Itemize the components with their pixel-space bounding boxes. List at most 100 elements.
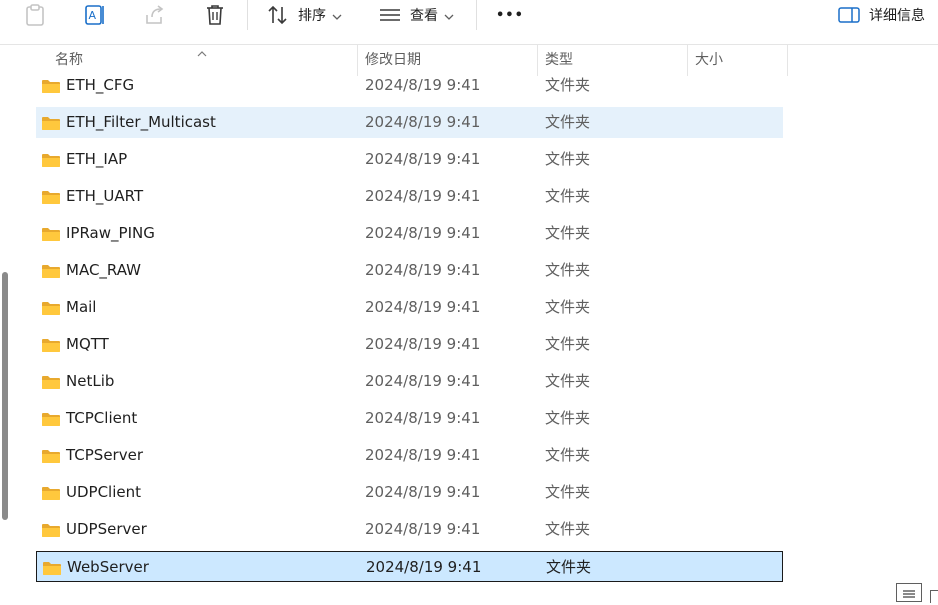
chevron-down-icon (332, 6, 342, 25)
list-item[interactable]: WebServer 2024/8/19 9:41 文件夹 (36, 551, 783, 582)
file-type: 文件夹 (545, 187, 591, 205)
file-type: 文件夹 (545, 483, 591, 501)
modified-date: 2024/8/19 9:41 (365, 372, 481, 390)
file-type: 文件夹 (545, 76, 591, 94)
modified-date: 2024/8/19 9:41 (365, 335, 481, 353)
list-item[interactable]: ETH_CFG 2024/8/19 9:41 文件夹 (36, 70, 783, 101)
paste-button[interactable] (24, 0, 46, 30)
folder-icon (41, 116, 61, 135)
share-button[interactable] (144, 0, 166, 30)
modified-date: 2024/8/19 9:41 (365, 261, 481, 279)
file-type: 文件夹 (545, 150, 591, 168)
file-name: TCPServer (66, 446, 143, 464)
folder-icon (41, 301, 61, 320)
folder-icon (41, 264, 61, 283)
details-view-toggle[interactable] (896, 583, 922, 602)
folder-icon (41, 523, 61, 542)
file-type: 文件夹 (546, 558, 592, 576)
list-item[interactable]: MQTT 2024/8/19 9:41 文件夹 (36, 329, 783, 360)
details-pane-icon (838, 6, 860, 24)
folder-icon (41, 486, 61, 505)
file-name: MQTT (66, 335, 109, 353)
list-item[interactable]: MAC_RAW 2024/8/19 9:41 文件夹 (36, 255, 783, 286)
file-name: UDPServer (66, 520, 147, 538)
list-item[interactable]: TCPServer 2024/8/19 9:41 文件夹 (36, 440, 783, 471)
modified-date: 2024/8/19 9:41 (366, 558, 482, 576)
folder-icon (42, 561, 62, 580)
file-name: Mail (66, 298, 97, 316)
list-item[interactable]: UDPClient 2024/8/19 9:41 文件夹 (36, 477, 783, 508)
file-name: ETH_IAP (66, 150, 128, 168)
list-item[interactable]: TCPClient 2024/8/19 9:41 文件夹 (36, 403, 783, 434)
toolbar-separator (476, 0, 477, 30)
folder-icon (41, 227, 61, 246)
file-name: WebServer (67, 558, 149, 576)
list-view-icon (897, 586, 921, 605)
folder-icon (41, 375, 61, 394)
clipboard-icon (24, 3, 46, 27)
folder-icon (41, 449, 61, 468)
chevron-down-icon (444, 6, 454, 25)
modified-date: 2024/8/19 9:41 (365, 520, 481, 538)
list-item[interactable]: ETH_IAP 2024/8/19 9:41 文件夹 (36, 144, 783, 175)
more-dots-icon: ••• (496, 7, 524, 23)
svg-text:A: A (89, 9, 97, 22)
file-name: TCPClient (66, 409, 138, 427)
file-type: 文件夹 (545, 372, 591, 390)
folder-icon (41, 190, 61, 209)
rename-icon: A (84, 3, 106, 27)
list-item[interactable]: UDPServer 2024/8/19 9:41 文件夹 (36, 514, 783, 545)
file-name: IPRaw_PING (66, 224, 155, 242)
list-item[interactable]: IPRaw_PING 2024/8/19 9:41 文件夹 (36, 218, 783, 249)
modified-date: 2024/8/19 9:41 (365, 76, 481, 94)
modified-date: 2024/8/19 9:41 (365, 150, 481, 168)
sort-arrows-icon (267, 3, 289, 27)
file-type: 文件夹 (545, 261, 591, 279)
trash-icon (204, 3, 226, 27)
list-item[interactable]: NetLib 2024/8/19 9:41 文件夹 (36, 366, 783, 397)
toolbar-separator (247, 0, 248, 30)
folder-icon (41, 153, 61, 172)
modified-date: 2024/8/19 9:41 (365, 409, 481, 427)
delete-button[interactable] (204, 0, 226, 30)
file-type: 文件夹 (545, 335, 591, 353)
list-item[interactable]: ETH_Filter_Multicast 2024/8/19 9:41 文件夹 (36, 107, 783, 138)
sort-button[interactable]: 排序 (267, 0, 342, 30)
file-type: 文件夹 (545, 298, 591, 316)
file-type: 文件夹 (545, 409, 591, 427)
view-label: 查看 (410, 8, 438, 24)
folder-icon (41, 338, 61, 357)
rename-button[interactable]: A (84, 0, 106, 30)
folder-icon (41, 79, 61, 98)
sort-label: 排序 (298, 8, 326, 24)
file-name: ETH_Filter_Multicast (66, 113, 216, 131)
file-list: ETH_CFG 2024/8/19 9:41 文件夹 ETH_Filter_Multi… (0, 67, 938, 602)
view-lines-icon (379, 3, 401, 27)
file-name: NetLib (66, 372, 115, 390)
tiles-view-toggle[interactable] (930, 590, 938, 603)
modified-date: 2024/8/19 9:41 (365, 483, 481, 501)
share-icon (144, 3, 166, 27)
folder-icon (41, 412, 61, 431)
modified-date: 2024/8/19 9:41 (365, 446, 481, 464)
sort-up-icon (197, 42, 207, 61)
file-name: ETH_UART (66, 187, 144, 205)
details-label: 详细信息 (869, 8, 925, 24)
file-type: 文件夹 (545, 446, 591, 464)
details-pane-button[interactable]: 详细信息 (838, 0, 925, 30)
modified-date: 2024/8/19 9:41 (365, 113, 481, 131)
file-name: ETH_CFG (66, 76, 135, 94)
modified-date: 2024/8/19 9:41 (365, 224, 481, 242)
more-options-button[interactable]: ••• (496, 0, 524, 30)
file-type: 文件夹 (545, 224, 591, 242)
modified-date: 2024/8/19 9:41 (365, 298, 481, 316)
file-name: UDPClient (66, 483, 141, 501)
list-item[interactable]: Mail 2024/8/19 9:41 文件夹 (36, 292, 783, 323)
file-type: 文件夹 (545, 113, 591, 131)
file-name: MAC_RAW (66, 261, 141, 279)
command-bar: A 排序 查看 ••• 详细信息 (0, 0, 938, 45)
view-button[interactable]: 查看 (379, 0, 454, 30)
file-type: 文件夹 (545, 520, 591, 538)
modified-date: 2024/8/19 9:41 (365, 187, 481, 205)
list-item[interactable]: ETH_UART 2024/8/19 9:41 文件夹 (36, 181, 783, 212)
